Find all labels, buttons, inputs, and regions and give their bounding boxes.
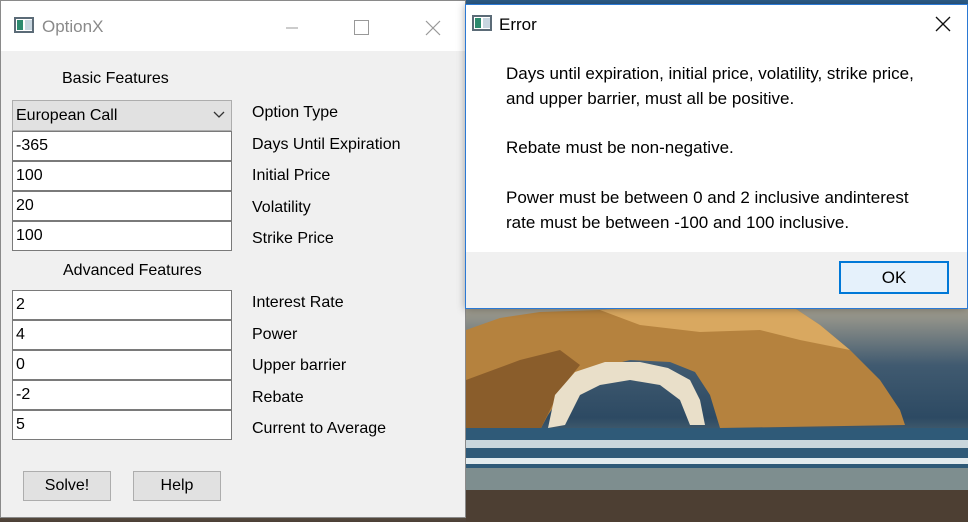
error-message-line: rate must be between -100 and 100 inclus… [506, 213, 850, 232]
app-window-icon [14, 17, 34, 33]
volatility-label: Volatility [252, 199, 311, 216]
error-close-button[interactable] [920, 5, 966, 43]
minimize-icon [286, 27, 298, 29]
option-type-label: Option Type [252, 104, 338, 121]
minimize-button[interactable] [269, 1, 315, 51]
power-field[interactable]: 4 [12, 320, 232, 350]
ok-button[interactable]: OK [839, 261, 949, 294]
window-title: OptionX [42, 17, 104, 36]
interest-rate-label: Interest Rate [252, 294, 344, 311]
current-to-average-field[interactable]: 5 [12, 410, 232, 440]
close-icon [935, 16, 951, 32]
error-title: Error [499, 15, 537, 34]
days-until-expiration-field[interactable]: -365 [12, 131, 232, 161]
error-message-line: Rebate must be non-negative. [506, 138, 734, 157]
optionx-window: OptionX Basic Features European Call Opt… [0, 0, 466, 518]
basic-features-heading: Basic Features [62, 70, 169, 87]
strike-price-label: Strike Price [252, 230, 334, 247]
upper-barrier-label: Upper barrier [252, 357, 347, 374]
error-message-line: and upper barrier, must all be positive. [506, 89, 795, 108]
error-dialog: Error Days until expiration, initial pri… [465, 4, 968, 309]
option-type-selected: European Call [16, 106, 118, 124]
help-button[interactable]: Help [133, 471, 221, 501]
volatility-field[interactable]: 20 [12, 191, 232, 221]
error-message-line: Days until expiration, initial price, vo… [506, 64, 914, 83]
current-to-average-label: Current to Average [252, 420, 387, 437]
days-until-expiration-label: Days Until Expiration [252, 136, 401, 153]
app-window-icon [472, 15, 492, 31]
initial-price-label: Initial Price [252, 167, 331, 184]
rebate-field[interactable]: -2 [12, 380, 232, 410]
close-icon [425, 20, 441, 36]
interest-rate-field[interactable]: 2 [12, 290, 232, 320]
titlebar: OptionX [1, 1, 465, 51]
error-message-area: Days until expiration, initial price, vo… [466, 47, 967, 252]
advanced-features-heading: Advanced Features [63, 262, 202, 279]
power-label: Power [252, 326, 298, 343]
error-message-line: Power must be between 0 and 2 inclusive … [506, 188, 909, 207]
option-type-dropdown[interactable]: European Call [12, 100, 232, 131]
error-titlebar: Error [466, 5, 967, 43]
rebate-label: Rebate [252, 389, 304, 406]
strike-price-field[interactable]: 100 [12, 221, 232, 251]
close-button[interactable] [409, 1, 455, 51]
initial-price-field[interactable]: 100 [12, 161, 232, 191]
maximize-icon [354, 20, 369, 35]
upper-barrier-field[interactable]: 0 [12, 350, 232, 380]
chevron-down-icon [213, 111, 225, 118]
maximize-button[interactable] [338, 1, 384, 51]
solve-button[interactable]: Solve! [23, 471, 111, 501]
